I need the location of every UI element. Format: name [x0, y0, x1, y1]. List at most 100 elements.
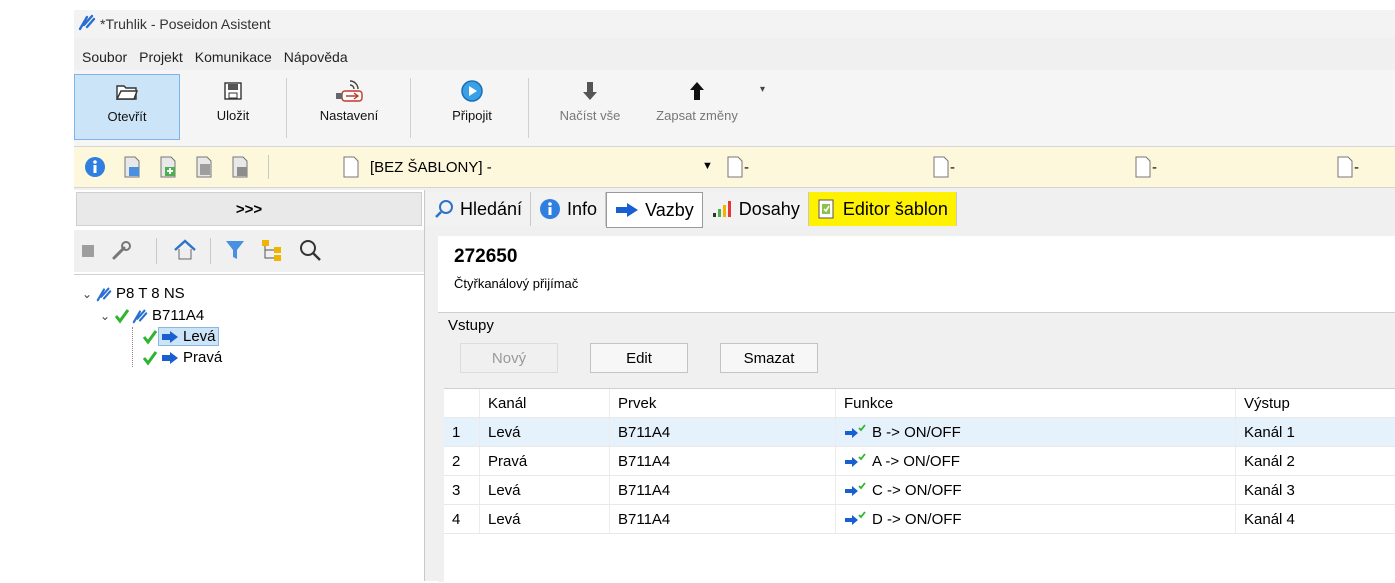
hierarchy-icon[interactable] — [260, 238, 284, 265]
row-function: A -> ON/OFF — [836, 447, 1236, 475]
tree-channel-label: Levá — [183, 328, 216, 345]
write-changes-button[interactable]: Zapsat změny — [646, 74, 748, 140]
collapse-panel-button[interactable]: >>> — [76, 192, 422, 226]
template-editor-icon — [818, 199, 834, 219]
template-doc-icon — [1337, 156, 1353, 178]
menu-soubor[interactable]: Soubor — [82, 49, 127, 65]
folder-open-icon — [116, 75, 138, 109]
open-button[interactable]: Otevřít — [74, 74, 180, 140]
tab-ranges-label: Dosahy — [738, 198, 800, 219]
template-doc-icon — [933, 156, 949, 178]
app-window: *Truhlik - Poseidon Asistent Soubor Proj… — [74, 10, 1395, 583]
info-icon[interactable] — [84, 156, 106, 181]
toolbar-separator — [156, 238, 157, 264]
tab-search[interactable]: Hledání — [426, 192, 532, 226]
device-description: Čtyřkanálový přijímač — [454, 276, 579, 291]
ribbon-more-icon[interactable]: ▾ — [760, 84, 765, 95]
menu-projekt[interactable]: Projekt — [139, 49, 183, 65]
ribbon-separator — [286, 78, 287, 138]
search-icon[interactable] — [298, 238, 322, 265]
edit-button[interactable]: Edit — [590, 343, 688, 373]
delete-button[interactable]: Smazat — [720, 343, 818, 373]
template-slot-label: - — [950, 158, 955, 176]
bindings-content: 272650 Čtyřkanálový přijímač Vstupy Nový… — [438, 236, 1395, 583]
tree-selected-item[interactable]: Levá — [158, 327, 219, 346]
col-header-element[interactable]: Prvek — [610, 389, 836, 417]
load-all-label: Načíst vše — [559, 108, 621, 123]
template-slot-1[interactable]: - — [726, 156, 749, 178]
template-slot-label: - — [744, 158, 749, 176]
check-icon — [142, 329, 158, 344]
tree-node-channel-left[interactable]: Levá — [142, 327, 219, 346]
play-connect-icon — [460, 74, 484, 108]
chevron-down-icon[interactable]: ⌄ — [100, 309, 114, 323]
stop-icon[interactable] — [82, 244, 94, 260]
doc-copy-icon[interactable] — [194, 156, 214, 181]
doc-new-icon[interactable] — [122, 156, 142, 181]
tab-bindings[interactable]: Vazby — [606, 192, 703, 228]
ribbon-separator — [528, 78, 529, 138]
tree-node-channel-right[interactable]: Pravá — [142, 349, 222, 366]
col-header-channel[interactable]: Kanál — [480, 389, 610, 417]
row-index: 1 — [444, 418, 480, 446]
tree-node-device[interactable]: ⌄ B711A4 — [100, 307, 204, 324]
row-index: 2 — [444, 447, 480, 475]
save-button[interactable]: Uložit — [198, 74, 268, 140]
template-slot-3[interactable]: - — [1134, 156, 1157, 178]
row-function-label: C -> ON/OFF — [872, 481, 962, 499]
arrow-check-icon — [845, 482, 866, 496]
chevron-down-icon[interactable]: ⌄ — [82, 287, 96, 301]
load-all-button[interactable]: Načíst vše — [546, 74, 634, 140]
arrow-right-icon — [162, 330, 178, 343]
template-select[interactable]: [BEZ ŠABLONY] - ▼ — [370, 156, 713, 178]
usb-wireless-icon — [332, 74, 366, 108]
toolbar-separator — [268, 155, 269, 179]
menu-napoveda[interactable]: Nápověda — [284, 49, 348, 65]
arrow-right-icon — [162, 351, 178, 364]
doc-export-icon[interactable] — [230, 156, 250, 181]
table-row[interactable]: 4 Levá B711A4 D -> ON/OFF Kanál 4 — [444, 505, 1395, 534]
table-row[interactable]: 3 Levá B711A4 C -> ON/OFF Kanál 3 — [444, 476, 1395, 505]
row-channel: Levá — [480, 476, 610, 504]
row-output: Kanál 3 — [1244, 481, 1295, 499]
table-row[interactable]: 2 Pravá B711A4 A -> ON/OFF Kanál 2 — [444, 447, 1395, 476]
row-function: D -> ON/OFF — [836, 505, 1236, 533]
right-panel: Hledání Info Vazby Dosahy Editor šablon … — [426, 190, 1395, 583]
filter-icon[interactable] — [224, 238, 246, 265]
row-function: C -> ON/OFF — [836, 476, 1236, 504]
tab-bindings-label: Vazby — [645, 199, 694, 220]
table-row[interactable]: 1 Levá B711A4 B -> ON/OFF Kanál 1 — [444, 418, 1395, 447]
tab-info[interactable]: Info — [531, 192, 607, 226]
template-slot-4[interactable]: - — [1336, 156, 1359, 178]
new-button[interactable]: Nový — [460, 343, 558, 373]
device-id: 272650 — [454, 246, 518, 267]
col-header-function[interactable]: Funkce — [836, 389, 1236, 417]
tab-template-editor[interactable]: Editor šablon — [808, 192, 957, 226]
doc-open-icon[interactable] — [158, 156, 178, 181]
title-bar: *Truhlik - Poseidon Asistent — [74, 10, 1395, 38]
tab-ranges[interactable]: Dosahy — [702, 192, 809, 226]
tree-device-label: B711A4 — [152, 307, 205, 324]
row-channel: Levá — [480, 418, 610, 446]
settings-button[interactable]: Nastavení — [304, 74, 394, 140]
write-changes-label: Zapsat změny — [656, 108, 738, 123]
inputs-table: Kanál Prvek Funkce Výstup 1 Levá B711A4 … — [444, 388, 1395, 583]
tree-node-root[interactable]: ⌄ P8 T 8 NS — [82, 285, 185, 302]
ribbon: Otevřít Uložit Nastavení Připojit Načíst… — [74, 70, 1395, 147]
save-disk-icon — [223, 74, 243, 108]
search-icon — [435, 200, 453, 218]
toolbar-separator — [210, 238, 211, 264]
home-icon[interactable] — [172, 238, 198, 265]
connect-label: Připojit — [452, 108, 492, 123]
save-label: Uložit — [216, 108, 250, 123]
chevron-down-icon[interactable]: ▼ — [702, 160, 713, 172]
wrench-icon[interactable] — [110, 238, 134, 265]
arrow-up-icon — [689, 74, 705, 108]
connect-button[interactable]: Připojit — [434, 74, 510, 140]
inputs-group: Vstupy Nový Edit Smazat Kanál Prvek Funk… — [438, 312, 1395, 583]
table-header-row: Kanál Prvek Funkce Výstup — [444, 389, 1395, 418]
row-channel: Pravá — [480, 447, 610, 475]
template-slot-2[interactable]: - — [932, 156, 955, 178]
col-header-output[interactable]: Výstup — [1236, 389, 1395, 417]
menu-komunikace[interactable]: Komunikace — [195, 49, 272, 65]
